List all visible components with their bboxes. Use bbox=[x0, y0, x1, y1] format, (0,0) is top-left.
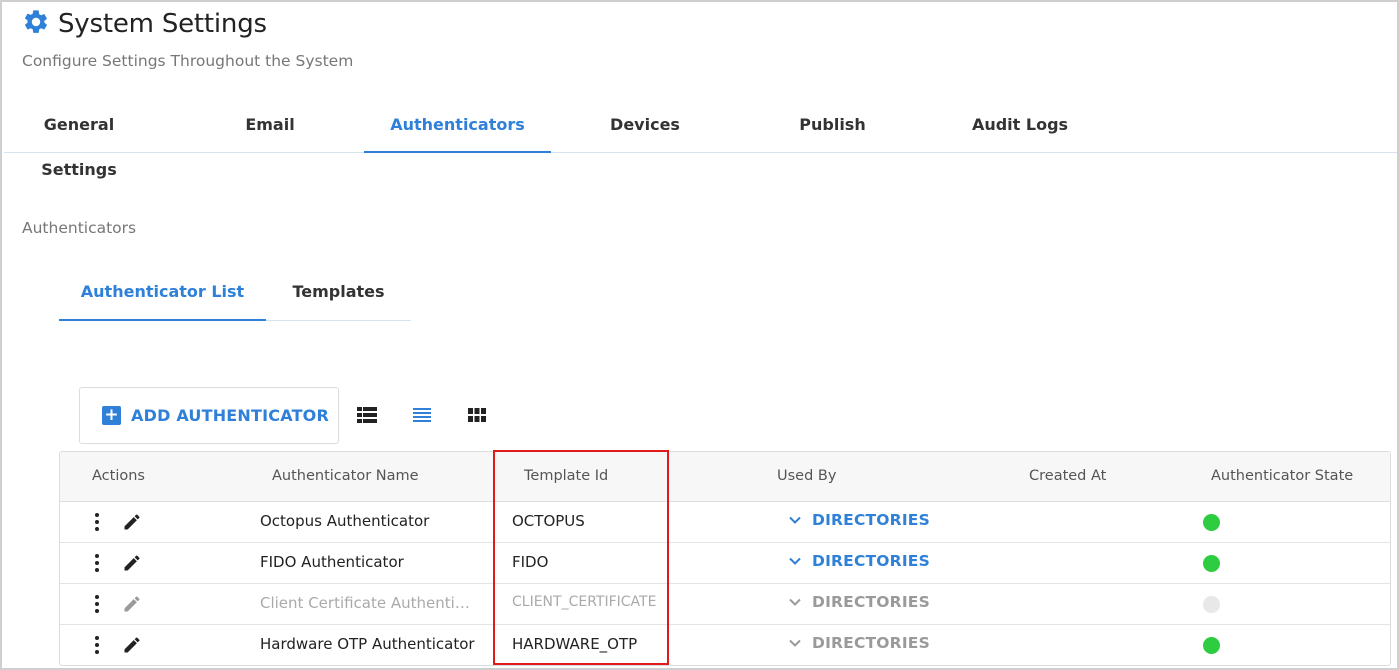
page-subtitle: Configure Settings Throughout the System bbox=[22, 52, 354, 70]
used-by-label: DIRECTORIES bbox=[812, 593, 930, 611]
table-row: Client Certificate Authentic… CLIENT_CER… bbox=[60, 584, 1390, 625]
edit-pencil-icon[interactable] bbox=[122, 635, 142, 655]
state-indicator bbox=[1203, 514, 1220, 531]
state-indicator bbox=[1203, 637, 1220, 654]
tab-general-settings[interactable]: General Settings bbox=[4, 102, 154, 179]
authenticator-name: FIDO Authenticator bbox=[260, 553, 404, 571]
used-by-toggle[interactable]: DIRECTORIES bbox=[788, 593, 930, 611]
authenticator-name: Hardware OTP Authenticator bbox=[260, 635, 475, 653]
more-options-icon[interactable] bbox=[90, 552, 104, 574]
table-header: Actions Authenticator Name Template Id U… bbox=[60, 452, 1390, 502]
grid-view-icon[interactable] bbox=[467, 406, 487, 424]
authenticator-name: Client Certificate Authentic… bbox=[260, 594, 478, 612]
chevron-down-icon bbox=[789, 516, 801, 524]
state-indicator bbox=[1203, 555, 1220, 572]
tab-devices[interactable]: Devices bbox=[551, 102, 739, 153]
column-header-created-at[interactable]: Created At bbox=[1029, 468, 1106, 484]
table-view-icon[interactable] bbox=[357, 406, 377, 424]
chevron-down-icon bbox=[789, 639, 801, 647]
add-authenticator-button[interactable]: + ADD AUTHENTICATOR bbox=[79, 387, 339, 444]
authenticator-name: Octopus Authenticator bbox=[260, 512, 430, 530]
table-row: Octopus Authenticator OCTOPUS DIRECTORIE… bbox=[60, 502, 1390, 543]
tab-email[interactable]: Email bbox=[176, 102, 364, 153]
section-title: Authenticators bbox=[22, 219, 137, 237]
template-id: HARDWARE_OTP bbox=[512, 635, 638, 653]
more-options-icon[interactable] bbox=[90, 593, 104, 615]
table-row: Hardware OTP Authenticator HARDWARE_OTP … bbox=[60, 625, 1390, 665]
chevron-down-icon bbox=[789, 598, 801, 606]
used-by-label: DIRECTORIES bbox=[812, 552, 930, 570]
gear-icon bbox=[22, 8, 50, 40]
tab-publish[interactable]: Publish bbox=[739, 102, 926, 153]
edit-pencil-icon[interactable] bbox=[122, 512, 142, 532]
more-options-icon[interactable] bbox=[90, 634, 104, 656]
tab-audit-logs[interactable]: Audit Logs bbox=[926, 102, 1114, 153]
subtab-authenticator-list[interactable]: Authenticator List bbox=[59, 270, 266, 321]
plus-icon: + bbox=[102, 406, 121, 425]
state-indicator bbox=[1203, 596, 1220, 613]
column-header-authenticator-state[interactable]: Authenticator State bbox=[1211, 468, 1353, 484]
page-title: System Settings bbox=[58, 9, 267, 39]
subtab-templates[interactable]: Templates bbox=[266, 270, 411, 321]
column-header-template-id[interactable]: Template Id bbox=[524, 468, 608, 484]
template-id: OCTOPUS bbox=[512, 512, 585, 530]
used-by-toggle[interactable]: DIRECTORIES bbox=[788, 634, 930, 652]
title-row: System Settings bbox=[22, 8, 267, 40]
template-id: CLIENT_CERTIFICATE bbox=[512, 594, 657, 610]
column-header-used-by[interactable]: Used By bbox=[777, 468, 836, 484]
tab-authenticators[interactable]: Authenticators bbox=[364, 102, 551, 153]
table-row: FIDO Authenticator FIDO DIRECTORIES bbox=[60, 543, 1390, 584]
edit-pencil-icon[interactable] bbox=[122, 594, 142, 614]
template-id: FIDO bbox=[512, 553, 549, 571]
chevron-down-icon bbox=[789, 557, 801, 565]
column-header-authenticator-name[interactable]: Authenticator Name bbox=[272, 468, 419, 484]
column-header-actions: Actions bbox=[92, 468, 145, 484]
more-options-icon[interactable] bbox=[90, 511, 104, 533]
main-tab-bar: General Settings Email Authenticators De… bbox=[4, 102, 1397, 179]
list-view-icon[interactable] bbox=[412, 406, 432, 424]
used-by-toggle[interactable]: DIRECTORIES bbox=[788, 552, 930, 570]
app-window: System Settings Configure Settings Throu… bbox=[0, 0, 1399, 670]
edit-pencil-icon[interactable] bbox=[122, 553, 142, 573]
authenticators-table: Actions Authenticator Name Template Id U… bbox=[59, 451, 1391, 666]
sub-tab-bar: Authenticator List Templates bbox=[59, 270, 411, 321]
add-authenticator-label: ADD AUTHENTICATOR bbox=[131, 406, 330, 425]
used-by-toggle[interactable]: DIRECTORIES bbox=[788, 511, 930, 529]
used-by-label: DIRECTORIES bbox=[812, 511, 930, 529]
used-by-label: DIRECTORIES bbox=[812, 634, 930, 652]
page-header: System Settings bbox=[22, 8, 267, 40]
